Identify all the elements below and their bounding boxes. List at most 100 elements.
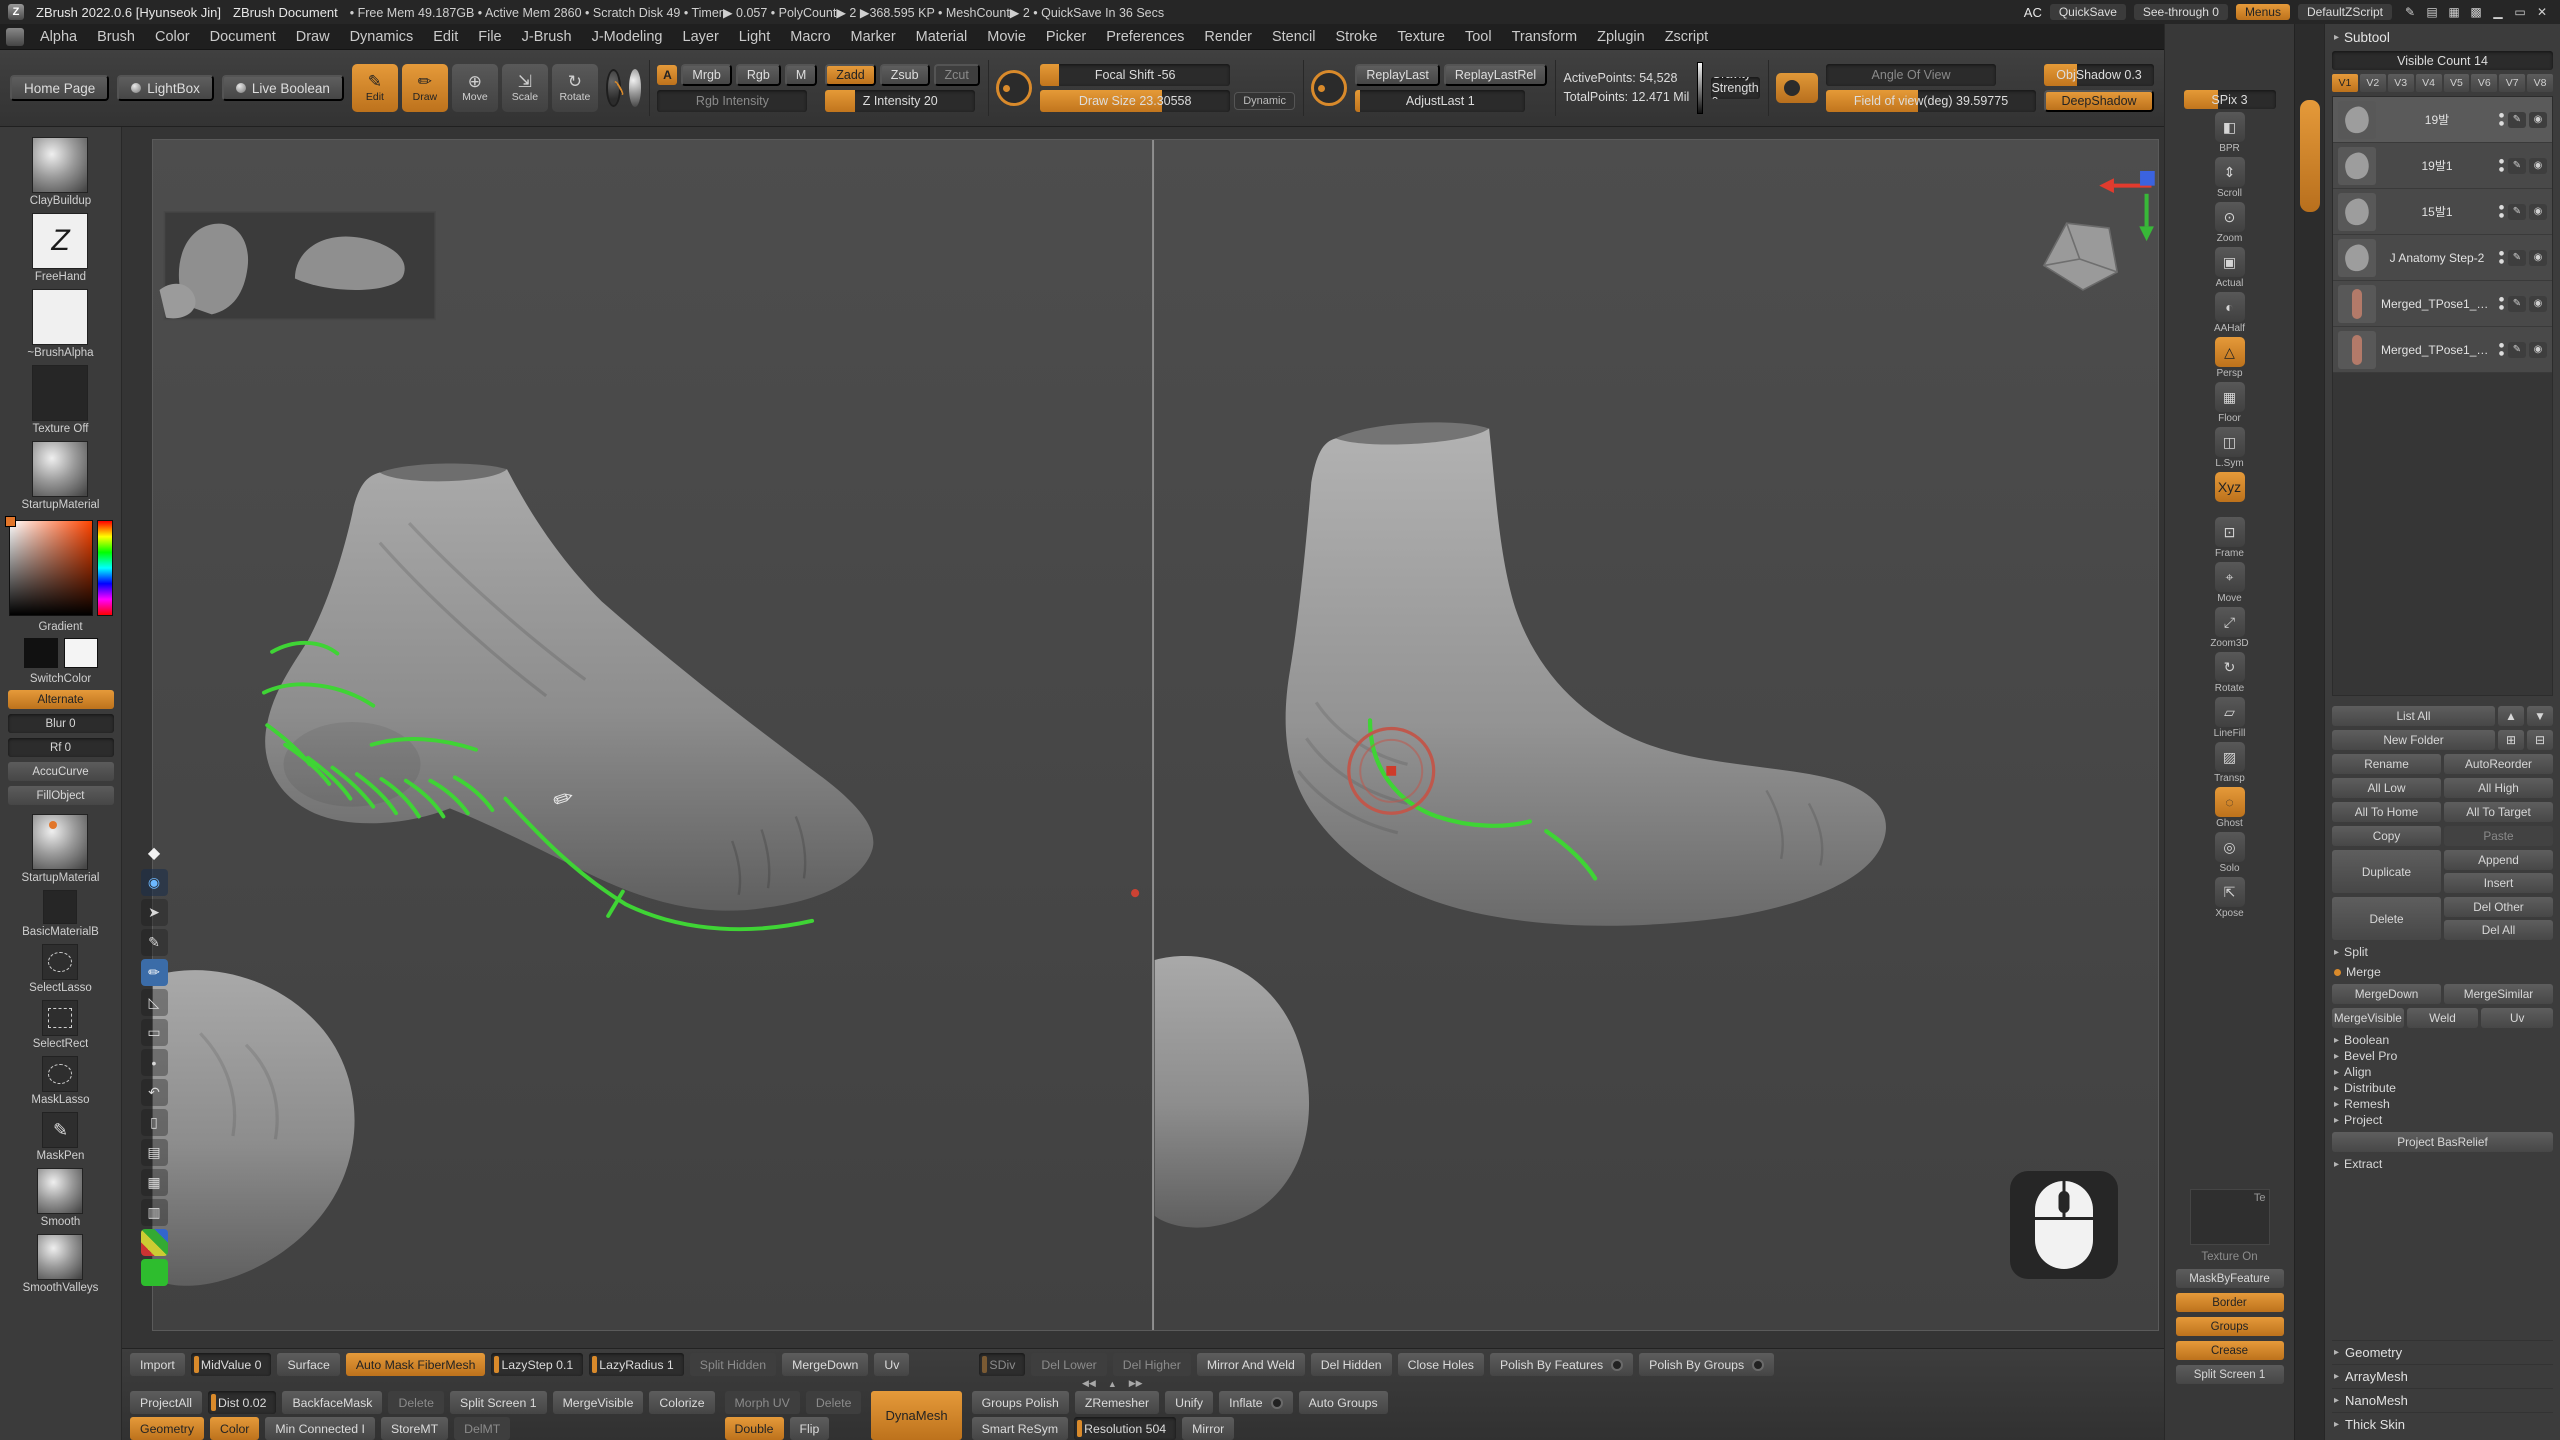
merge-section-header[interactable]: Merge <box>2332 964 2553 980</box>
shelf-item-button[interactable]: ◧ BPR <box>2202 112 2258 154</box>
section-header[interactable]: ▸Project <box>2332 1112 2553 1128</box>
zadd-button[interactable]: Zadd <box>825 64 876 86</box>
shelf-button[interactable]: Groups Polish <box>972 1391 1069 1414</box>
brush-icon[interactable]: ✎ <box>2508 250 2526 266</box>
brush-icon[interactable]: ✎ <box>2508 204 2526 220</box>
menu-item[interactable]: Preferences <box>1096 26 1194 48</box>
rgb-button[interactable]: Rgb <box>736 64 781 86</box>
shelf-button[interactable]: Import <box>130 1353 185 1376</box>
blur-slider[interactable]: Blur 0 <box>8 714 114 733</box>
palette-slot[interactable]: ✎ MaskPen <box>37 1112 85 1162</box>
all-to-home-button[interactable]: All To Home <box>2332 802 2441 822</box>
list-icon[interactable]: ▥ <box>141 1199 168 1226</box>
saturation-square[interactable] <box>9 520 93 616</box>
a-badge[interactable]: A <box>657 65 677 85</box>
palette-slot[interactable]: BasicMaterialB <box>22 890 99 938</box>
duplicate-button[interactable]: Duplicate <box>2332 850 2441 893</box>
shelf-button[interactable]: BackfaceMask <box>282 1391 382 1414</box>
shelf-button[interactable]: Auto Mask FiberMesh <box>346 1353 486 1376</box>
weld-button[interactable]: Weld <box>2407 1008 2479 1028</box>
shelf-button[interactable]: Split Screen 1 <box>2176 1365 2284 1384</box>
brush-slot[interactable]: Texture Off <box>32 365 88 435</box>
subtool-row[interactable]: 19발 ✎ ◉ <box>2333 97 2552 143</box>
shelf-item-button[interactable]: ⌖ Move <box>2202 562 2258 604</box>
del-all-button[interactable]: Del All <box>2444 920 2553 940</box>
shelf-button[interactable]: DelMT <box>454 1417 510 1440</box>
trash-icon[interactable]: ▯ <box>141 1109 168 1136</box>
shelf-button[interactable]: Polish By Features <box>1490 1353 1633 1376</box>
brush-slot[interactable]: ~BrushAlpha <box>27 289 93 359</box>
menu-item[interactable]: Tool <box>1455 26 1502 48</box>
rgb-intensity-slider[interactable]: Rgb Intensity <box>657 90 807 112</box>
menu-item[interactable]: Edit <box>423 26 468 48</box>
shelf-item-button[interactable]: ▱ LineFill <box>2202 697 2258 739</box>
project-basrelief-button[interactable]: Project BasRelief <box>2332 1132 2553 1152</box>
eye-icon[interactable]: ◉ <box>2529 204 2547 220</box>
del-other-button[interactable]: Del Other <box>2444 897 2553 917</box>
shelf-item-button[interactable]: Xyz <box>2202 472 2258 514</box>
field-of-view-slider[interactable]: Field of view(deg) 39.59775 <box>1826 90 2036 112</box>
m-button[interactable]: M <box>785 64 817 86</box>
color-picker[interactable] <box>9 520 113 616</box>
shelf-item-button[interactable]: ▦ Floor <box>2202 382 2258 424</box>
polypaint-dots-icon[interactable] <box>2498 158 2505 173</box>
shelf-button[interactable]: Del Hidden <box>1311 1353 1392 1376</box>
document-area[interactable]: ✏ <box>152 139 2159 1331</box>
section-header[interactable]: ▸Align <box>2332 1064 2553 1080</box>
palette-slot[interactable]: SelectRect <box>33 1000 89 1050</box>
shelf-button[interactable]: Close Holes <box>1398 1353 1484 1376</box>
append-button[interactable]: Append <box>2444 850 2553 870</box>
menu-item[interactable]: Movie <box>977 26 1036 48</box>
polypaint-dots-icon[interactable] <box>2498 204 2505 219</box>
switch-color-label[interactable]: SwitchColor <box>30 673 91 685</box>
menu-item[interactable]: Dynamics <box>340 26 424 48</box>
shelf-button[interactable]: Double <box>725 1417 784 1440</box>
menu-item[interactable]: Stroke <box>1326 26 1388 48</box>
dynamesh-button[interactable]: DynaMesh <box>871 1391 961 1440</box>
shelf-button[interactable]: Colorize <box>649 1391 714 1414</box>
extract-section-header[interactable]: ▸Extract <box>2332 1156 2553 1172</box>
minimize-icon[interactable]: ▁ <box>2488 5 2508 19</box>
version-tab[interactable]: V3 <box>2388 74 2414 92</box>
scroll-right-icon[interactable]: ▶▶ <box>1129 1378 1143 1389</box>
eye-icon[interactable]: ◉ <box>2529 158 2547 174</box>
shelf-button[interactable]: Split Screen 1 <box>450 1391 547 1414</box>
mode-button[interactable]: ⊕ Move <box>452 64 498 112</box>
section-header[interactable]: ▸Boolean <box>2332 1032 2553 1048</box>
subtool-row[interactable]: 19발1 ✎ ◉ <box>2333 143 2552 189</box>
section-header[interactable]: ▸Distribute <box>2332 1080 2553 1096</box>
stroke-picker-icon[interactable] <box>606 69 621 107</box>
dynamic-button[interactable]: Dynamic <box>1234 92 1295 110</box>
shelf-button[interactable]: Smart ReSym <box>972 1417 1069 1440</box>
panel-scrollbar[interactable] <box>2294 24 2324 1440</box>
polypaint-dots-icon[interactable] <box>2498 342 2505 357</box>
secondary-color-swatch[interactable] <box>64 638 98 668</box>
palette-header[interactable]: ▸NanoMesh <box>2332 1388 2553 1412</box>
eye-icon[interactable]: ◉ <box>141 869 168 896</box>
brush-slot[interactable]: ClayBuildup <box>30 137 91 207</box>
shelf-button[interactable]: Split Hidden <box>690 1353 776 1376</box>
delete-button[interactable]: Delete <box>2332 897 2441 940</box>
shelf-button[interactable]: Resolution 504 <box>1074 1417 1176 1440</box>
see-through-slider[interactable]: See-through 0 <box>2134 4 2228 20</box>
menu-item[interactable]: Material <box>906 26 978 48</box>
section-header[interactable]: ▸Bevel Pro <box>2332 1048 2553 1064</box>
palette-header[interactable]: ▸ArrayMesh <box>2332 1364 2553 1388</box>
shelf-button[interactable]: Crease <box>2176 1341 2284 1360</box>
version-tab[interactable]: V6 <box>2471 74 2497 92</box>
shelf-button[interactable]: Delete <box>388 1391 444 1414</box>
undo-icon[interactable]: ↶ <box>141 1079 168 1106</box>
polypaint-dots-icon[interactable] <box>2498 250 2505 265</box>
quicksave-button[interactable]: QuickSave <box>2050 4 2126 20</box>
menu-item[interactable]: Zplugin <box>1587 26 1655 48</box>
brush-icon[interactable]: ✎ <box>2508 158 2526 174</box>
version-tab[interactable]: V1 <box>2332 74 2358 92</box>
shelf-button[interactable]: Mirror And Weld <box>1197 1353 1305 1376</box>
menu-item[interactable]: Zscript <box>1655 26 1719 48</box>
shelf-button[interactable]: Uv <box>874 1353 909 1376</box>
new-folder-button[interactable]: New Folder <box>2332 730 2495 750</box>
shelf-item-button[interactable]: ⇱ Xpose <box>2202 877 2258 919</box>
polypaint-dots-icon[interactable] <box>2498 112 2505 127</box>
rename-button[interactable]: Rename <box>2332 754 2441 774</box>
palette-icon[interactable]: ▩ <box>2466 5 2486 19</box>
